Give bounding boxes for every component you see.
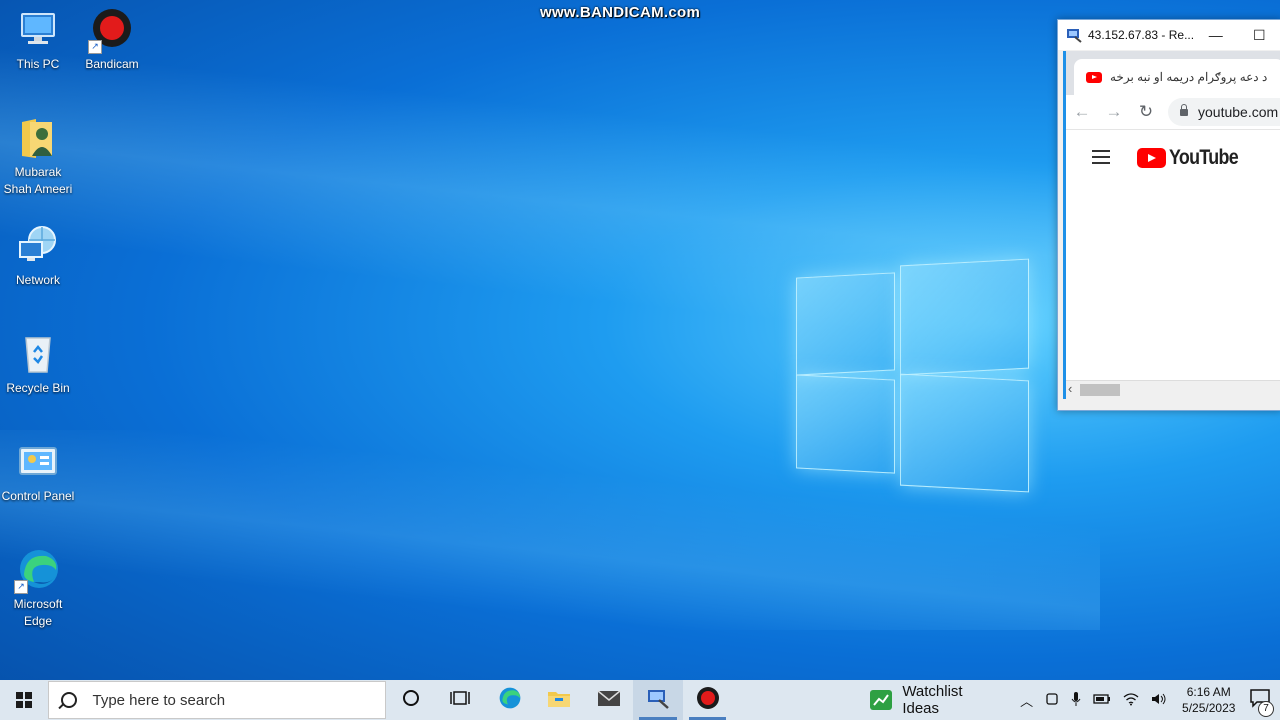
meet-now-icon[interactable] [1045, 692, 1059, 709]
remote-desktop-icon [646, 687, 670, 714]
clock-time: 6:16 AM [1186, 685, 1231, 699]
clock-date: 5/25/2023 [1182, 701, 1236, 715]
control-panel-icon [16, 440, 60, 484]
youtube-favicon-icon [1086, 71, 1102, 83]
youtube-wordmark: YouTube [1169, 146, 1239, 169]
wifi-icon[interactable] [1123, 692, 1139, 709]
watchlist-label: Watchlist Ideas [902, 683, 963, 717]
bandicam-watermark: www.BANDICAM.com [540, 4, 701, 21]
user-folder-icon [16, 116, 60, 160]
network-icon [16, 224, 60, 268]
taskbar-edge[interactable] [485, 680, 534, 720]
action-center-button[interactable]: 7 [1240, 688, 1280, 717]
task-view-button[interactable] [436, 680, 485, 720]
system-tray: ︿ [1020, 691, 1167, 710]
shortcut-arrow-icon: ↗ [88, 40, 102, 54]
recycle-bin-icon [16, 332, 60, 376]
search-box[interactable]: Type here to search [47, 681, 387, 719]
youtube-play-icon [1137, 148, 1166, 168]
start-button[interactable] [0, 680, 48, 720]
cortana-icon [402, 689, 420, 712]
tab-title: د دعه پروګرام دریمه او نبه برخه [1110, 70, 1268, 84]
remote-session-view[interactable]: د دعه پروګرام دریمه او نبه برخه ← → ↻ yo… [1063, 51, 1280, 399]
search-icon [60, 692, 77, 708]
minimize-button[interactable]: — [1194, 20, 1237, 50]
edge-icon [498, 686, 522, 715]
taskbar-file-explorer[interactable] [534, 680, 583, 720]
taskbar-bandicam[interactable] [683, 680, 732, 720]
desktop-icon-microsoft-edge[interactable]: ↗ Microsoft Edge [1, 548, 75, 630]
youtube-page: YouTube [1066, 130, 1280, 362]
scrollbar-thumb[interactable] [1080, 384, 1120, 396]
reload-icon[interactable]: ↻ [1130, 102, 1162, 122]
file-explorer-icon [547, 688, 571, 713]
menu-icon[interactable] [1092, 150, 1110, 168]
desktop-icon-bandicam[interactable]: ↗ Bandicam [75, 8, 149, 73]
youtube-logo[interactable]: YouTube [1137, 146, 1250, 170]
desktop-icon-label: Control Panel [1, 489, 75, 503]
browser-tab[interactable]: د دعه پروګرام دریمه او نبه برخه [1074, 59, 1280, 95]
battery-icon[interactable] [1093, 693, 1111, 708]
address-bar[interactable]: youtube.com [1168, 98, 1280, 126]
address-text: youtube.com [1198, 104, 1279, 120]
shortcut-arrow-icon: ↗ [14, 580, 28, 594]
windows-logo-wallpaper [796, 256, 1029, 493]
task-view-icon [450, 689, 470, 712]
this-pc-icon [16, 8, 60, 52]
forward-arrow-icon[interactable]: → [1098, 102, 1130, 122]
cortana-button[interactable] [386, 680, 435, 720]
show-hidden-icons-chevron-icon[interactable]: ︿ [1020, 691, 1033, 710]
clock[interactable]: 6:16 AM 5/25/2023 [1177, 684, 1240, 716]
window-title: 43.152.67.83 - Re... [1088, 28, 1195, 42]
remote-desktop-window[interactable]: 43.152.67.83 - Re... — ☐ د دعه پروګرام د… [1057, 19, 1280, 411]
window-titlebar[interactable]: 43.152.67.83 - Re... — ☐ [1058, 20, 1280, 50]
mail-icon [597, 689, 621, 712]
bandicam-icon: ↗ [88, 8, 134, 54]
microphone-icon[interactable] [1071, 691, 1081, 710]
maximize-button[interactable]: ☐ [1238, 20, 1280, 50]
taskbar-mail[interactable] [584, 680, 633, 720]
desktop-icon-label: Recycle Bin [6, 381, 70, 395]
notification-count-badge: 7 [1257, 700, 1274, 717]
remote-desktop-icon [1066, 27, 1082, 43]
desktop-icon-control-panel[interactable]: Control Panel [1, 440, 75, 505]
desktop-icon-label: Bandicam [85, 57, 139, 71]
search-placeholder: Type here to search [92, 691, 226, 709]
volume-icon[interactable] [1151, 692, 1167, 709]
desktop-icon-label: This PC [16, 57, 60, 71]
desktop-icon-user-folder[interactable]: Mubarak Shah Ameeri [1, 116, 75, 198]
desktop-icon-label: Mubarak Shah Ameeri [3, 165, 73, 196]
desktop-icon-this-pc[interactable]: This PC [1, 8, 75, 73]
taskbar: Type here to search Watchlist Ideas ︿ 6:… [0, 680, 1280, 720]
horizontal-scrollbar[interactable]: ‹ [1066, 380, 1280, 399]
back-arrow-icon[interactable]: ← [1066, 102, 1098, 122]
bandicam-icon [696, 686, 720, 715]
taskbar-remote-desktop[interactable] [633, 680, 683, 720]
lock-icon [1180, 103, 1188, 116]
desktop-icon-label: Network [15, 273, 60, 287]
desktop-icon-network[interactable]: Network [1, 224, 75, 289]
desktop-icon-recycle-bin[interactable]: Recycle Bin [1, 332, 75, 397]
watchlist-widget[interactable]: Watchlist Ideas [870, 683, 1002, 717]
windows-start-icon [15, 692, 32, 708]
desktop-icon-label: Microsoft Edge [13, 597, 63, 628]
browser-tabbar: د دعه پروګرام دریمه او نبه برخه [1066, 51, 1280, 95]
edge-icon: ↗ [14, 548, 60, 594]
scroll-left-icon[interactable]: ‹ [1068, 381, 1072, 396]
stock-chart-icon [870, 690, 893, 710]
browser-toolbar: ← → ↻ youtube.com [1066, 95, 1280, 130]
